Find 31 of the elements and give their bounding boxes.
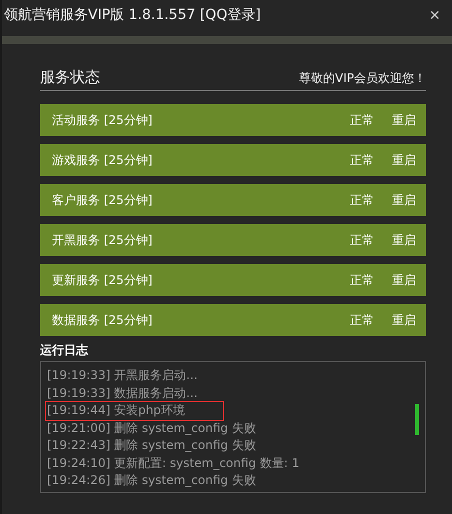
service-name: 游戏服务 [25分钟] [52,152,154,168]
service-name: 开黑服务 [25分钟] [52,232,154,248]
window-title: 领航营销服务VIP版 1.8.1.557 [QQ登录] [4,6,261,24]
service-name: 更新服务 [25分钟] [52,272,154,288]
service-status: 正常 [350,312,374,328]
service-name: 活动服务 [25分钟] [52,112,154,128]
log-line: [19:19:33] 数据服务启动... [46,384,199,402]
log-line: [19:24:10] 更新配置: system_config 数量: 1 [46,454,300,472]
service-name: 客户服务 [25分钟] [52,192,154,208]
restart-button[interactable]: 重启 [392,112,416,128]
restart-button[interactable]: 重启 [392,232,416,248]
scrollbar-thumb[interactable] [415,404,419,435]
section-title: 服务状态 [40,68,100,87]
restart-button[interactable]: 重启 [392,152,416,168]
restart-button[interactable]: 重启 [392,192,416,208]
log-line: [19:22:43] 删除 system_config 失败 [46,437,257,454]
service-status: 正常 [350,152,374,168]
welcome-text: 尊敬的VIP会员欢迎您！ [299,70,426,87]
log-line: [19:19:33] 开黑服务启动... [46,367,199,384]
service-status: 正常 [350,192,374,208]
service-name: 数据服务 [25分钟] [52,312,154,328]
service-status: 正常 [350,112,374,128]
log-title: 运行日志 [40,342,90,359]
log-line: [19:19:44] 安装php环境 [46,402,223,420]
log-line: [19:24:26] 删除 system_config 失败 [46,472,257,489]
service-status: 正常 [350,272,374,288]
close-button[interactable]: × [425,4,444,26]
log-line: [19:21:00] 删除 system_config 失败 [46,420,257,437]
restart-button[interactable]: 重启 [392,312,416,328]
service-status: 正常 [350,232,374,248]
restart-button[interactable]: 重启 [392,272,416,288]
